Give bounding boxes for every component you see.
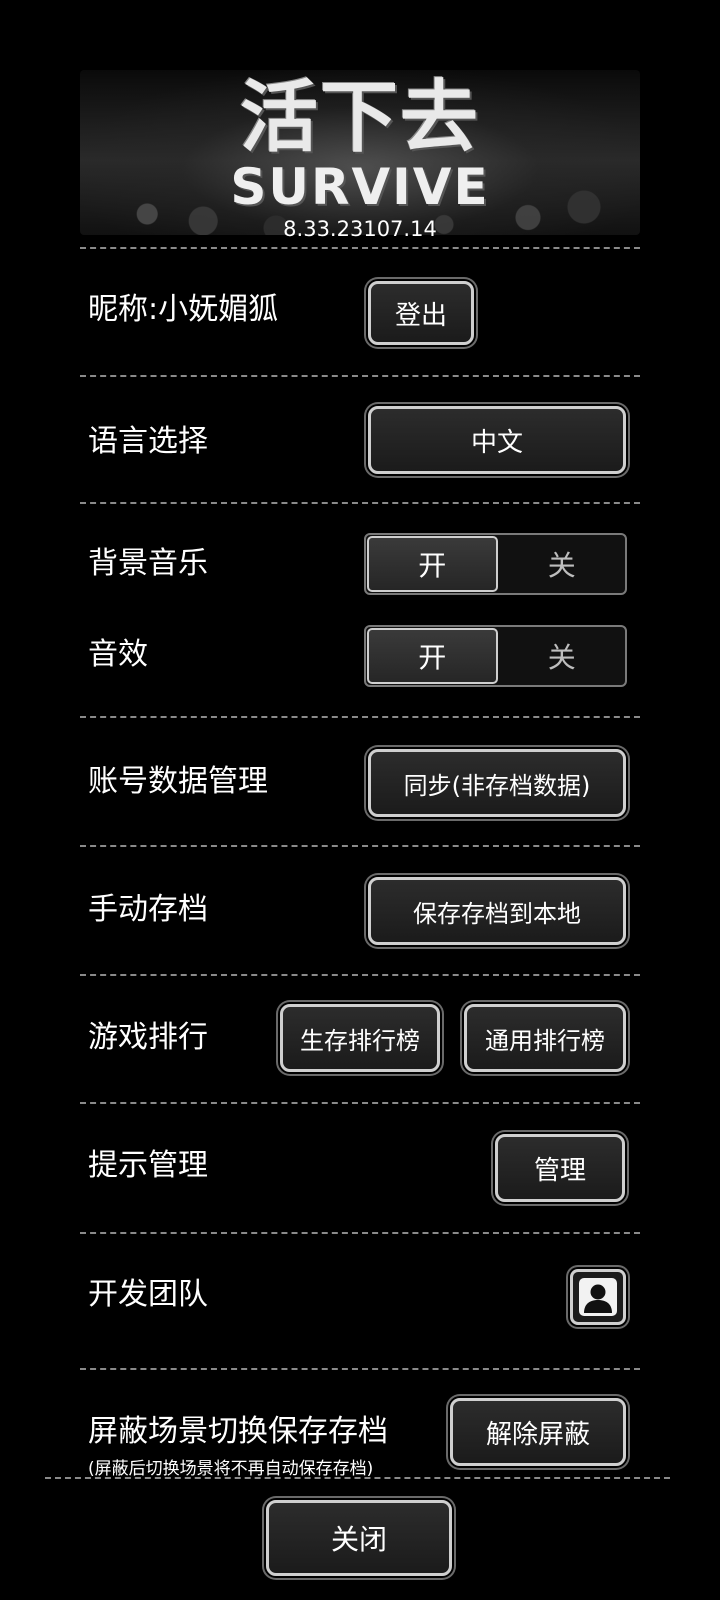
bgm-toggle[interactable]: 开 关: [364, 533, 627, 595]
divider: [80, 375, 640, 377]
dev-team-label: 开发团队: [88, 1277, 208, 1312]
ranking-label: 游戏排行: [88, 1020, 208, 1055]
divider: [80, 974, 640, 976]
divider: [80, 716, 640, 718]
divider: [80, 502, 640, 504]
logout-button[interactable]: 登出: [368, 281, 474, 345]
sync-data-button[interactable]: 同步(非存档数据): [368, 749, 626, 817]
divider: [80, 845, 640, 847]
sfx-label: 音效: [88, 637, 148, 672]
nickname-label: 昵称:小妩媚狐: [88, 292, 279, 327]
language-label: 语言选择: [88, 424, 208, 459]
language-select-button[interactable]: 中文: [368, 406, 626, 474]
survival-ranking-button[interactable]: 生存排行榜: [280, 1004, 440, 1072]
divider: [80, 1232, 640, 1234]
account-data-label: 账号数据管理: [88, 764, 268, 799]
tips-label: 提示管理: [88, 1148, 208, 1183]
version-label: 8.33.23107.14: [283, 217, 437, 241]
bgm-on-option[interactable]: 开: [367, 536, 498, 592]
divider: [80, 247, 640, 249]
divider: [80, 1102, 640, 1104]
sfx-on-option[interactable]: 开: [367, 628, 498, 684]
block-save-label: 屏蔽场景切换保存存档: [88, 1414, 388, 1449]
sfx-toggle[interactable]: 开 关: [364, 625, 627, 687]
person-icon: [579, 1278, 617, 1316]
save-local-button[interactable]: 保存存档到本地: [368, 877, 626, 945]
logo-title-cn: 活下去: [239, 72, 480, 163]
tips-manage-button[interactable]: 管理: [495, 1134, 625, 1202]
dev-team-button[interactable]: [570, 1269, 626, 1325]
bgm-label: 背景音乐: [88, 546, 208, 581]
divider: [45, 1477, 670, 1479]
unblock-button[interactable]: 解除屏蔽: [450, 1398, 626, 1466]
general-ranking-button[interactable]: 通用排行榜: [464, 1004, 626, 1072]
divider: [80, 1368, 640, 1370]
logo-title-en: SURVIVE: [230, 158, 490, 216]
close-button[interactable]: 关闭: [266, 1500, 452, 1576]
bgm-off-option[interactable]: 关: [499, 535, 626, 593]
sfx-off-option[interactable]: 关: [499, 627, 626, 685]
manual-save-label: 手动存档: [88, 892, 208, 927]
